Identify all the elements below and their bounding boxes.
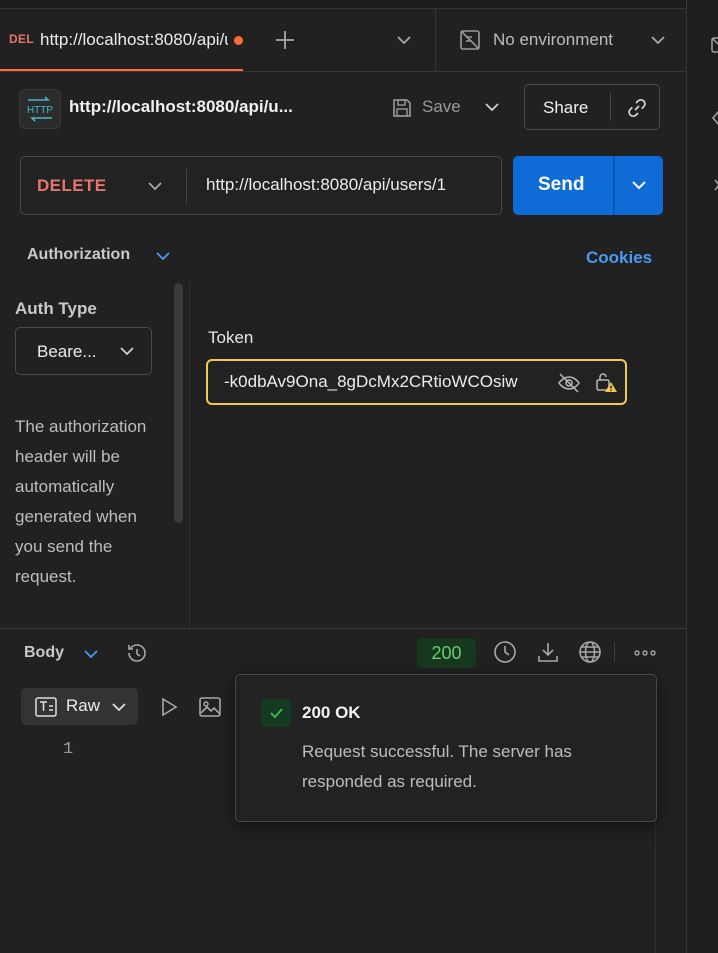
send-label: Send	[538, 174, 585, 195]
unsaved-dot	[234, 36, 243, 45]
eye-off-icon[interactable]	[557, 371, 581, 395]
no-environment-icon	[458, 28, 482, 52]
status-popup: 200 OK Request successful. The server ha…	[235, 674, 657, 822]
chevron-down-icon[interactable]	[83, 647, 99, 661]
text-icon	[35, 697, 57, 717]
save-label: Save	[422, 97, 461, 116]
auth-type-label: Auth Type	[15, 299, 97, 318]
chevron-down-icon	[111, 700, 127, 714]
link-icon[interactable]	[625, 96, 649, 120]
status-badge[interactable]: 200	[417, 638, 476, 668]
response-divider	[0, 628, 686, 629]
lock-warning-icon[interactable]	[594, 370, 618, 394]
panel-divider	[189, 283, 190, 628]
chevron-down-icon[interactable]	[395, 33, 413, 47]
cookies-link[interactable]: Cookies	[586, 248, 652, 268]
chevron-down-icon	[649, 33, 667, 47]
tab-bar: DEL http://localhost:8080/api/users/1 No…	[0, 9, 686, 72]
url-divider	[186, 169, 187, 204]
request-name[interactable]: http://localhost:8080/api/u...	[69, 97, 293, 117]
line-number: 1	[63, 740, 74, 759]
more-icon[interactable]	[633, 645, 657, 661]
auth-type-value: Beare...	[37, 342, 97, 361]
raw-label: Raw	[66, 696, 101, 715]
environment-selector[interactable]: No environment	[435, 9, 687, 71]
globe-icon[interactable]	[577, 639, 603, 665]
auth-type-select[interactable]: Beare...	[15, 327, 152, 375]
clock-icon[interactable]	[492, 639, 518, 665]
chevron-down-icon[interactable]	[482, 99, 502, 115]
chevron-down-icon[interactable]	[146, 179, 164, 193]
method-select[interactable]: DELETE	[37, 176, 106, 196]
download-icon[interactable]	[535, 639, 561, 665]
request-tab[interactable]: DEL http://localhost:8080/api/users/1	[0, 9, 243, 71]
chevron-down-icon[interactable]	[155, 249, 171, 263]
side-panel-icon[interactable]	[711, 36, 718, 58]
raw-format-select[interactable]: Raw	[21, 688, 138, 725]
image-icon[interactable]	[198, 695, 222, 719]
token-input[interactable]: -k0dbAv9Ona_8gDcMx2CRtioWCOsiw	[206, 359, 627, 405]
status-code: 200	[431, 643, 462, 663]
chevron-down-icon	[119, 344, 135, 358]
right-side-rail	[686, 0, 718, 953]
scrollbar[interactable]	[174, 283, 183, 523]
popup-title: 200 OK	[302, 703, 361, 722]
popup-description: Request successful. The server has respo…	[302, 742, 572, 791]
http-icon: HTTP	[19, 89, 61, 129]
url-bar: DELETE	[20, 156, 502, 215]
auth-description: The authorization header will be automat…	[15, 417, 147, 586]
history-icon[interactable]	[124, 640, 150, 666]
environment-label: No environment	[493, 30, 614, 49]
tab-body[interactable]: Body	[24, 644, 64, 662]
chevron-down-icon[interactable]	[630, 178, 648, 192]
http-icon-label: HTTP	[27, 105, 53, 116]
collapse-chevron-icon[interactable]	[711, 108, 718, 128]
send-divider	[613, 156, 615, 215]
save-icon	[390, 96, 414, 120]
save-button[interactable]: Save	[386, 90, 476, 126]
url-input[interactable]	[206, 175, 490, 195]
tab-url: http://localhost:8080/api/users/1	[40, 30, 228, 49]
tab-authorization[interactable]: Authorization	[27, 246, 130, 264]
plus-icon[interactable]	[274, 29, 296, 51]
send-button[interactable]: Send	[513, 156, 663, 215]
share-divider	[610, 93, 611, 121]
share-label: Share	[543, 98, 589, 117]
play-icon[interactable]	[158, 696, 180, 718]
tab-method: DEL	[9, 32, 34, 46]
toolbar-divider	[614, 642, 615, 662]
share-button[interactable]: Share	[524, 84, 660, 130]
token-label: Token	[208, 328, 254, 347]
side-mark-icon	[714, 179, 718, 191]
check-icon	[261, 699, 291, 727]
token-value: -k0dbAv9Ona_8gDcMx2CRtioWCOsiw	[224, 372, 518, 391]
window-top-strip	[0, 0, 686, 9]
